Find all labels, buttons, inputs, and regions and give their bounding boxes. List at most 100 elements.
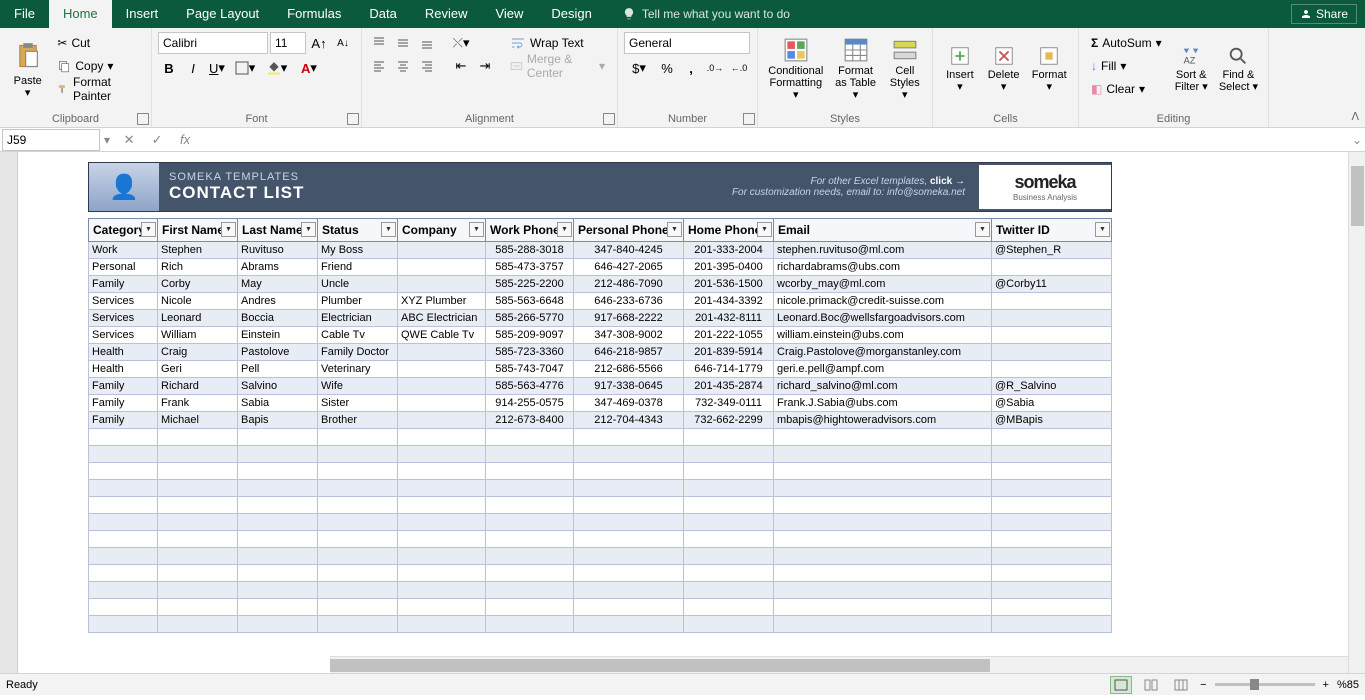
cell[interactable]	[398, 497, 486, 514]
cell[interactable]: 646-233-6736	[574, 293, 684, 310]
cell[interactable]: Family	[88, 395, 158, 412]
cell[interactable]	[774, 531, 992, 548]
cell[interactable]: 347-308-9002	[574, 327, 684, 344]
number-format-input[interactable]	[624, 32, 750, 54]
cell[interactable]	[88, 514, 158, 531]
cell[interactable]: nicole.primack@credit-suisse.com	[774, 293, 992, 310]
cell[interactable]: 585-563-6648	[486, 293, 574, 310]
table-row-empty[interactable]	[88, 514, 1112, 531]
cell[interactable]: 212-686-5566	[574, 361, 684, 378]
cell[interactable]	[684, 463, 774, 480]
cell[interactable]: Einstein	[238, 327, 318, 344]
font-launcher[interactable]	[347, 113, 359, 125]
cell[interactable]	[398, 616, 486, 633]
cell[interactable]	[238, 565, 318, 582]
font-size-input[interactable]	[270, 32, 306, 54]
cell[interactable]: @Corby11	[992, 276, 1112, 293]
cell[interactable]	[318, 565, 398, 582]
cell[interactable]: 585-563-4776	[486, 378, 574, 395]
cut-button[interactable]: ✂Cut	[51, 32, 145, 54]
cell[interactable]: 201-333-2004	[684, 242, 774, 259]
cell[interactable]: Health	[88, 344, 158, 361]
cell[interactable]	[486, 514, 574, 531]
cell[interactable]	[574, 480, 684, 497]
cell[interactable]: 201-222-1055	[684, 327, 774, 344]
cell[interactable]	[238, 497, 318, 514]
cell[interactable]	[684, 616, 774, 633]
cell[interactable]	[486, 599, 574, 616]
column-header-category[interactable]: Category▼	[88, 218, 158, 242]
cell[interactable]	[318, 582, 398, 599]
alignment-launcher[interactable]	[603, 113, 615, 125]
increase-decimal-button[interactable]: .0→	[704, 57, 726, 79]
filter-button[interactable]: ▼	[301, 222, 316, 237]
table-row-empty[interactable]	[88, 565, 1112, 582]
filter-button[interactable]: ▼	[141, 222, 156, 237]
cell[interactable]	[774, 480, 992, 497]
clear-button[interactable]: ◧Clear ▾	[1085, 78, 1168, 100]
cell[interactable]: 347-469-0378	[574, 395, 684, 412]
hscroll-thumb[interactable]	[330, 659, 990, 672]
cell[interactable]: Brother	[318, 412, 398, 429]
cell[interactable]: Frank.J.Sabia@ubs.com	[774, 395, 992, 412]
cell[interactable]: 201-536-1500	[684, 276, 774, 293]
cell[interactable]: Salvino	[238, 378, 318, 395]
cell[interactable]: 212-486-7090	[574, 276, 684, 293]
cell[interactable]	[398, 480, 486, 497]
cell[interactable]	[992, 582, 1112, 599]
cell[interactable]	[238, 548, 318, 565]
cell[interactable]	[238, 480, 318, 497]
cell[interactable]	[238, 531, 318, 548]
cell[interactable]: Corby	[158, 276, 238, 293]
cell[interactable]	[684, 599, 774, 616]
cell[interactable]	[158, 582, 238, 599]
cell[interactable]	[318, 616, 398, 633]
sort-filter-button[interactable]: AZ Sort & Filter ▾	[1170, 32, 1213, 106]
cell[interactable]: @Sabia	[992, 395, 1112, 412]
cell[interactable]	[398, 361, 486, 378]
cell[interactable]	[992, 531, 1112, 548]
cell[interactable]: Andres	[238, 293, 318, 310]
copy-button[interactable]: Copy ▾	[51, 55, 145, 77]
cell[interactable]	[992, 514, 1112, 531]
cell[interactable]: Pastolove	[238, 344, 318, 361]
fill-button[interactable]: ↓Fill ▾	[1085, 55, 1168, 77]
cell[interactable]: Friend	[318, 259, 398, 276]
tab-home[interactable]: Home	[49, 0, 112, 28]
cell[interactable]	[238, 582, 318, 599]
name-box[interactable]	[2, 129, 100, 151]
filter-button[interactable]: ▼	[667, 222, 682, 237]
merge-center-button[interactable]: Merge & Center ▾	[504, 55, 611, 77]
table-row-empty[interactable]	[88, 429, 1112, 446]
italic-button[interactable]: I	[182, 57, 204, 79]
cell[interactable]: 585-743-7047	[486, 361, 574, 378]
cell[interactable]: 201-839-5914	[684, 344, 774, 361]
cell[interactable]	[992, 446, 1112, 463]
font-color-button[interactable]: A▾	[294, 57, 324, 79]
cell[interactable]	[398, 599, 486, 616]
cell[interactable]	[398, 395, 486, 412]
table-row[interactable]: WorkStephenRuvitusoMy Boss585-288-301834…	[88, 242, 1112, 259]
cell[interactable]: Sister	[318, 395, 398, 412]
cell[interactable]: 347-840-4245	[574, 242, 684, 259]
tab-view[interactable]: View	[481, 0, 537, 28]
zoom-out-button[interactable]: −	[1200, 679, 1206, 691]
table-row-empty[interactable]	[88, 480, 1112, 497]
align-left-button[interactable]	[368, 55, 390, 77]
column-header-status[interactable]: Status▼	[318, 218, 398, 242]
format-cells-button[interactable]: Format▾	[1026, 32, 1072, 106]
accounting-button[interactable]: $▾	[624, 57, 654, 79]
column-header-last-name[interactable]: Last Name▼	[238, 218, 318, 242]
cell[interactable]: Craig.Pastolove@morganstanley.com	[774, 344, 992, 361]
cell[interactable]	[158, 463, 238, 480]
cell[interactable]	[158, 548, 238, 565]
cell[interactable]	[684, 548, 774, 565]
tab-file[interactable]: File	[0, 0, 49, 28]
cell[interactable]: 585-473-3757	[486, 259, 574, 276]
cell[interactable]: richardabrams@ubs.com	[774, 259, 992, 276]
paste-button[interactable]: Paste▾	[6, 32, 49, 106]
cell[interactable]	[574, 599, 684, 616]
cell[interactable]	[88, 582, 158, 599]
cell[interactable]	[992, 327, 1112, 344]
cell[interactable]	[88, 429, 158, 446]
